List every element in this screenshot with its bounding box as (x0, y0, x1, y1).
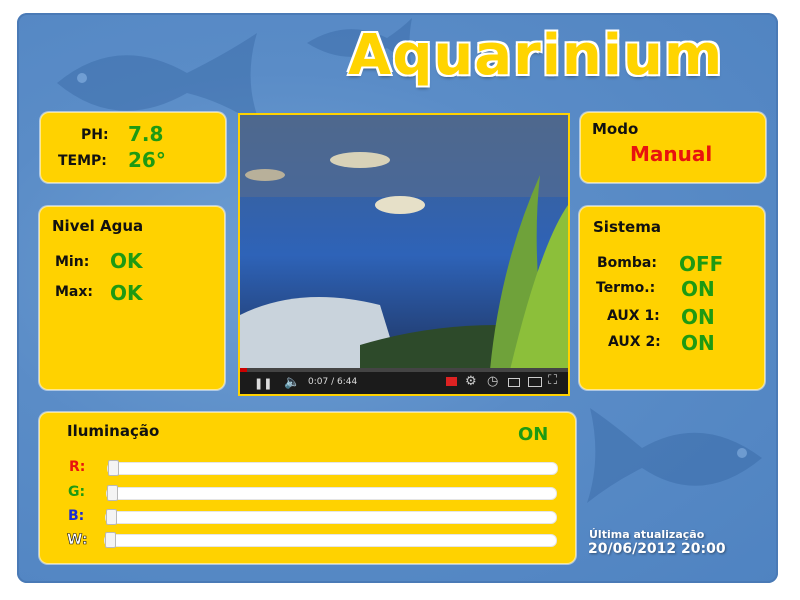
lighting-panel: Iluminação ON R: G: B: W: (39, 412, 576, 564)
red-slider-thumb[interactable] (108, 460, 119, 476)
white-channel-label: W: (67, 532, 88, 549)
aux1-value[interactable]: ON (681, 305, 715, 329)
temp-label: TEMP: (58, 153, 107, 169)
green-slider-thumb[interactable] (107, 485, 118, 501)
ph-value: 7.8 (128, 122, 164, 146)
watch-later-clock-icon[interactable]: ◷ (487, 374, 498, 389)
level-max-label: Max: (55, 284, 94, 300)
settings-gear-icon[interactable]: ⚙ (465, 374, 477, 389)
red-channel-label: R: (69, 459, 86, 475)
lighting-title: Iluminação (67, 422, 160, 440)
green-channel-label: G: (68, 484, 86, 500)
white-channel-slider[interactable] (104, 532, 557, 548)
volume-icon[interactable]: 🔈 (284, 375, 300, 390)
last-update-label: Última atualização (589, 528, 705, 541)
water-level-title: Nivel Agua (52, 217, 144, 235)
system-panel: Sistema Bomba: OFF Termo.: ON AUX 1: ON … (579, 206, 765, 390)
aux2-label: AUX 2: (608, 334, 661, 350)
aquarium-video-frame (240, 115, 568, 370)
mode-title: Modo (592, 120, 639, 138)
lighting-status[interactable]: ON (518, 424, 548, 445)
small-player-icon[interactable] (508, 378, 520, 387)
app-title: Aquarinium (348, 23, 724, 88)
pause-icon[interactable]: ❚❚ (254, 377, 272, 390)
fish-decoration-right-icon (587, 408, 762, 503)
level-min-label: Min: (55, 254, 90, 270)
water-panel: PH: 7.8 TEMP: 26° (40, 112, 226, 183)
video-control-bar: ❚❚ 🔈 0:07 / 6:44 ⚙ ◷ ⛶ (240, 372, 568, 394)
red-channel-slider[interactable] (107, 460, 558, 476)
pump-value[interactable]: OFF (679, 252, 723, 276)
water-level-panel: Nivel Agua Min: OK Max: OK (39, 206, 225, 390)
aux2-value[interactable]: ON (681, 331, 715, 355)
mode-panel: Modo Manual (580, 112, 766, 183)
aux1-label: AUX 1: (607, 308, 660, 324)
aquarium-video-player[interactable]: ❚❚ 🔈 0:07 / 6:44 ⚙ ◷ ⛶ (238, 113, 570, 396)
thermostat-label: Termo.: (596, 280, 656, 296)
white-slider-thumb[interactable] (105, 532, 116, 548)
blue-channel-label: B: (68, 508, 85, 524)
blue-channel-slider[interactable] (105, 509, 557, 525)
last-update-value: 20/06/2012 20:00 (588, 541, 726, 557)
temp-value: 26° (128, 148, 166, 172)
fullscreen-icon[interactable]: ⛶ (548, 373, 557, 388)
system-title: Sistema (593, 218, 661, 236)
green-channel-slider[interactable] (106, 485, 557, 501)
video-time: 0:07 / 6:44 (308, 377, 358, 387)
ph-label: PH: (81, 127, 109, 143)
pump-label: Bomba: (597, 255, 657, 271)
level-min-value: OK (110, 249, 143, 273)
large-player-icon[interactable] (528, 377, 542, 387)
thermostat-value[interactable]: ON (681, 277, 715, 301)
annotation-icon[interactable] (446, 377, 457, 386)
mode-value[interactable]: Manual (630, 142, 712, 166)
blue-slider-thumb[interactable] (106, 509, 117, 525)
level-max-value: OK (110, 281, 143, 305)
